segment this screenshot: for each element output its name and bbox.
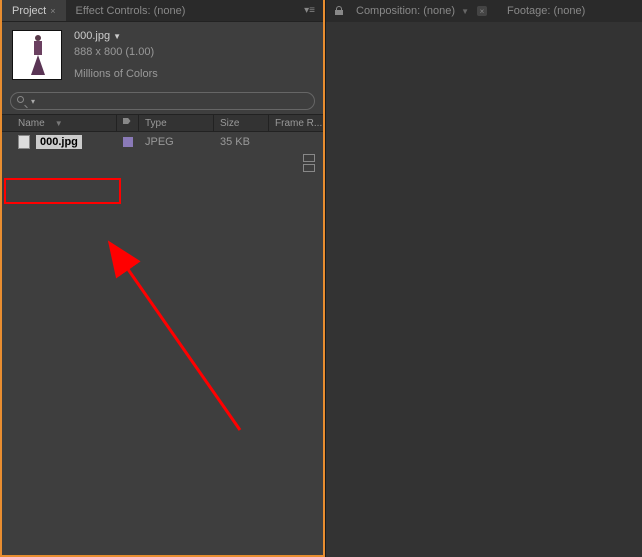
tab-effect-controls-label: Effect Controls: (none) xyxy=(76,5,186,17)
asset-thumbnail[interactable] xyxy=(12,30,62,80)
tab-composition[interactable]: Composition: (none) ▼ × xyxy=(348,1,495,21)
search-row: ▾ xyxy=(2,88,323,114)
close-icon[interactable]: × xyxy=(477,6,487,16)
table-row[interactable]: 000.jpg JPEG 35 KB xyxy=(2,132,323,152)
dropdown-icon[interactable]: ▼ xyxy=(461,7,469,16)
tab-project-label: Project xyxy=(12,5,46,17)
asset-name: 000.jpg xyxy=(74,30,110,42)
columns-header: Name ▼ Type Size Frame R... xyxy=(2,114,323,132)
column-name-header[interactable]: Name ▼ xyxy=(2,115,117,131)
snap-toggle-icon[interactable] xyxy=(303,154,317,168)
column-framerate-header[interactable]: Frame R... xyxy=(269,115,323,131)
dropdown-icon[interactable]: ▼ xyxy=(113,32,121,41)
column-type-header[interactable]: Type xyxy=(139,115,214,131)
panel-menu-icon[interactable]: ▾≡ xyxy=(304,5,315,16)
file-size: 35 KB xyxy=(214,136,269,148)
viewer-panel: Composition: (none) ▼ × Footage: (none) xyxy=(325,0,642,557)
asset-color-info: Millions of Colors xyxy=(74,68,158,80)
tab-effect-controls[interactable]: Effect Controls: (none) xyxy=(66,0,196,21)
asset-info-area: 000.jpg ▼ 888 x 800 (1.00) Millions of C… xyxy=(2,22,323,88)
search-dropdown-icon[interactable]: ▾ xyxy=(31,97,35,106)
search-input[interactable]: ▾ xyxy=(10,92,315,110)
sort-arrow-icon: ▼ xyxy=(55,119,63,128)
tab-composition-label: Composition: (none) xyxy=(356,5,455,17)
tag-icon xyxy=(123,118,133,128)
file-icon xyxy=(18,135,30,149)
close-icon[interactable]: × xyxy=(50,6,55,16)
file-type: JPEG xyxy=(139,136,214,148)
right-tab-bar: Composition: (none) ▼ × Footage: (none) xyxy=(326,0,642,22)
column-tag-header[interactable] xyxy=(117,115,139,131)
file-list[interactable]: 000.jpg JPEG 35 KB xyxy=(2,132,323,555)
left-tab-bar: Project × Effect Controls: (none) ▾≡ xyxy=(2,0,323,22)
search-icon xyxy=(17,96,27,106)
asset-details: 000.jpg ▼ 888 x 800 (1.00) Millions of C… xyxy=(74,30,158,80)
viewer-area[interactable] xyxy=(326,22,642,557)
column-size-header[interactable]: Size xyxy=(214,115,269,131)
file-name: 000.jpg xyxy=(36,135,82,149)
tab-project[interactable]: Project × xyxy=(2,0,66,21)
lock-icon[interactable] xyxy=(334,6,344,16)
project-panel: Project × Effect Controls: (none) ▾≡ 000… xyxy=(0,0,325,557)
tab-footage-label: Footage: (none) xyxy=(507,5,585,17)
tab-footage[interactable]: Footage: (none) xyxy=(495,1,597,21)
file-color-label[interactable] xyxy=(123,137,133,147)
asset-dimensions: 888 x 800 (1.00) xyxy=(74,46,158,58)
